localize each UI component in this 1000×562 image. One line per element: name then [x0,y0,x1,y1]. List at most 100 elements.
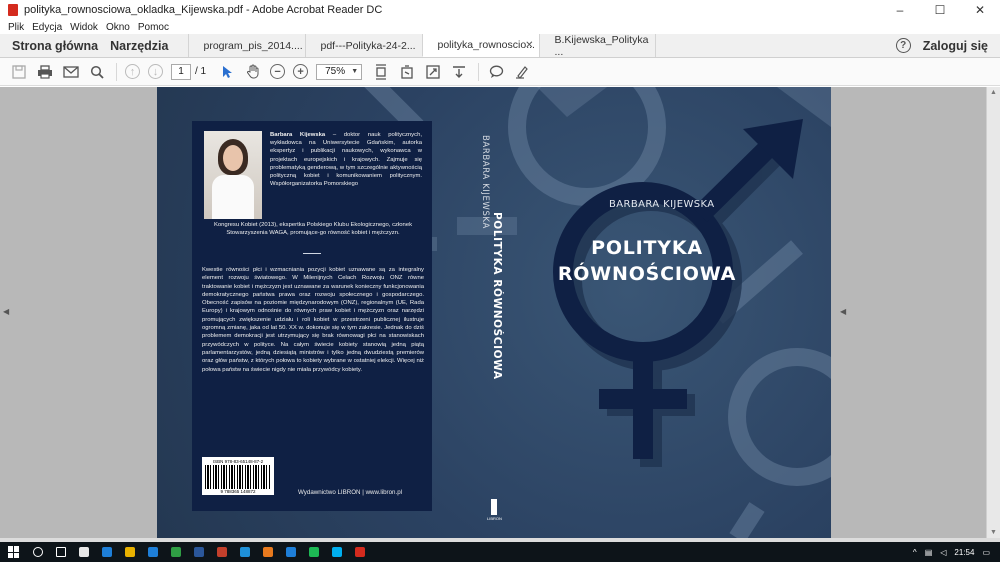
author-bio-text: – doktor nauk politycznych, wykładowca n… [270,132,422,188]
close-window-button[interactable]: ✕ [960,0,1000,20]
previous-page-icon[interactable]: ↑ [125,64,140,79]
taskbar-app-icon[interactable] [332,547,342,557]
front-title-line-1: POLITYKA [591,237,703,259]
toolbar-separator [116,62,117,81]
zoom-select[interactable]: 75% ▼ [316,63,363,80]
menu-edit[interactable]: Edycja [32,22,62,33]
taskbar-search-icon[interactable] [33,547,43,557]
page-number-input[interactable]: 1 [171,63,191,80]
doc-tab-label: pdf---Polityka-24-2... [320,39,416,52]
search-icon[interactable] [88,63,106,81]
menu-window[interactable]: Okno [106,22,130,33]
taskbar-app-icon[interactable] [102,547,112,557]
taskbar-app-icon[interactable] [79,547,89,557]
document-viewport[interactable]: ◀ ◀ Barbara Kijewska – doktor nauk polit… [0,87,1000,538]
window-controls: – ☐ ✕ [880,0,1000,20]
photo-face [223,145,243,171]
front-author: BARBARA KIJEWSKA [609,199,715,210]
publisher-logo-mark [491,499,497,515]
next-page-icon[interactable]: ↓ [148,64,163,79]
taskbar-app-icon[interactable] [194,547,204,557]
task-view-icon[interactable] [56,547,66,557]
author-photo [204,131,262,219]
toolbar: ↑ ↓ 1 / 1 − + 75% ▼ [0,58,1000,86]
barcode-digits: 9 788365 148872 [220,489,256,494]
zoom-in-icon[interactable]: + [293,64,309,79]
taskbar-app-icon[interactable] [171,547,181,557]
login-button[interactable]: Zaloguj się [923,39,988,53]
doc-tab-kijewska-polityka[interactable]: B.Kijewska_Polityka ... [539,34,657,58]
windows-taskbar: ^ ▤ ◁ 21:54 ▭ [0,542,1000,562]
scroll-up-icon[interactable]: ▲ [990,89,997,96]
tab-tools[interactable]: Narzędzia [104,34,174,57]
title-bar: polityka_rownosciowa_okladka_Kijewska.pd… [0,0,1000,20]
menu-bar: Plik Edycja Widok Okno Pomoc [0,20,1000,34]
publisher-info: Wydawnictwo LIBRON | www.libron.pl [298,489,403,496]
scroll-mode-icon[interactable] [372,63,390,81]
comment-icon[interactable] [487,63,505,81]
taskbar-app-icon[interactable] [125,547,135,557]
author-bio-name: Barbara Kijewska [270,132,326,138]
doc-tab-label: polityka_rownoscio... [437,39,535,51]
volume-icon[interactable]: ◁ [940,548,946,557]
doc-tab-polityka-rownosciowa[interactable]: polityka_rownoscio... ✕ [422,34,540,57]
save-icon[interactable] [10,63,28,81]
menu-file[interactable]: Plik [8,22,24,33]
spine-author: BARBARA KIJEWSKA [480,135,490,229]
minimize-button[interactable]: – [880,0,920,20]
book-blurb: Kwestie równości płci i wzmacniania pozy… [202,267,424,373]
taskbar-app-icon[interactable] [286,547,296,557]
help-icon[interactable]: ? [895,38,911,53]
clock[interactable]: 21:54 [954,548,974,557]
right-pane-toggle-icon[interactable]: ◀ [840,307,846,316]
left-pane-toggle-icon[interactable]: ◀ [3,307,9,316]
spine-title: POLITYKA RÓWNOŚCIOWA [491,212,503,380]
taskbar-app-icon[interactable] [217,547,227,557]
doc-tab-program-pis[interactable]: program_pis_2014.... [188,34,305,57]
menu-view[interactable]: Widok [70,22,98,33]
window-title: polityka_rownosciowa_okladka_Kijewska.pd… [24,4,383,16]
pdf-file-icon [8,4,18,16]
author-bio-tail: Kongresu Kobiet (2013), ekspertka Polski… [213,222,413,237]
hand-tool-icon[interactable] [244,63,262,81]
network-icon[interactable]: ▤ [925,548,933,557]
vertical-scrollbar[interactable]: ▲ ▼ [986,87,1000,538]
doc-tab-polityka-24[interactable]: pdf---Polityka-24-2... [305,34,422,57]
email-icon[interactable] [62,63,80,81]
taskbar-app-icon[interactable] [263,547,273,557]
front-title: POLITYKA RÓWNOŚCIOWA [537,235,757,287]
taskbar-app-icon[interactable] [355,547,365,557]
photo-body [212,175,254,219]
fit-page-icon[interactable] [424,63,442,81]
tab-home[interactable]: Strona główna [0,34,104,57]
tab-bar: Strona główna Narzędzia program_pis_2014… [0,34,1000,58]
rotate-view-icon[interactable] [398,63,416,81]
tray-chevron-icon[interactable]: ^ [913,548,917,557]
zoom-value: 75% [325,66,346,77]
publisher-logo: LIBRON [487,499,502,525]
close-tab-icon[interactable]: ✕ [525,40,533,51]
highlight-pen-icon[interactable] [513,63,531,81]
scroll-down-icon[interactable]: ▼ [990,529,997,536]
divider-line [303,253,321,254]
windows-start-icon[interactable] [8,546,20,558]
maximize-button[interactable]: ☐ [920,0,960,20]
author-bio: Barbara Kijewska – doktor nauk polityczn… [270,131,422,188]
system-tray: ^ ▤ ◁ 21:54 ▭ [905,542,990,562]
doc-tab-label: program_pis_2014.... [203,39,303,52]
taskbar-app-icon[interactable] [148,547,158,557]
zoom-out-icon[interactable]: − [270,64,286,79]
notifications-icon[interactable]: ▭ [982,548,990,557]
page-total: / 1 [195,66,207,77]
isbn-barcode: ISBN 978-83-65148-87-2 9 788365 148872 [202,457,274,495]
taskbar-app-icon[interactable] [309,547,319,557]
barcode-bars [205,465,271,489]
select-cursor-icon[interactable] [218,63,236,81]
read-mode-icon[interactable] [450,63,468,81]
back-cover-panel: Barbara Kijewska – doktor nauk polityczn… [192,121,432,511]
isbn-number: ISBN 978-83-65148-87-2 [212,459,264,464]
taskbar-app-icon[interactable] [240,547,250,557]
print-icon[interactable] [36,63,54,81]
book-cover-page: Barbara Kijewska – doktor nauk polityczn… [157,87,831,538]
menu-help[interactable]: Pomoc [138,22,169,33]
